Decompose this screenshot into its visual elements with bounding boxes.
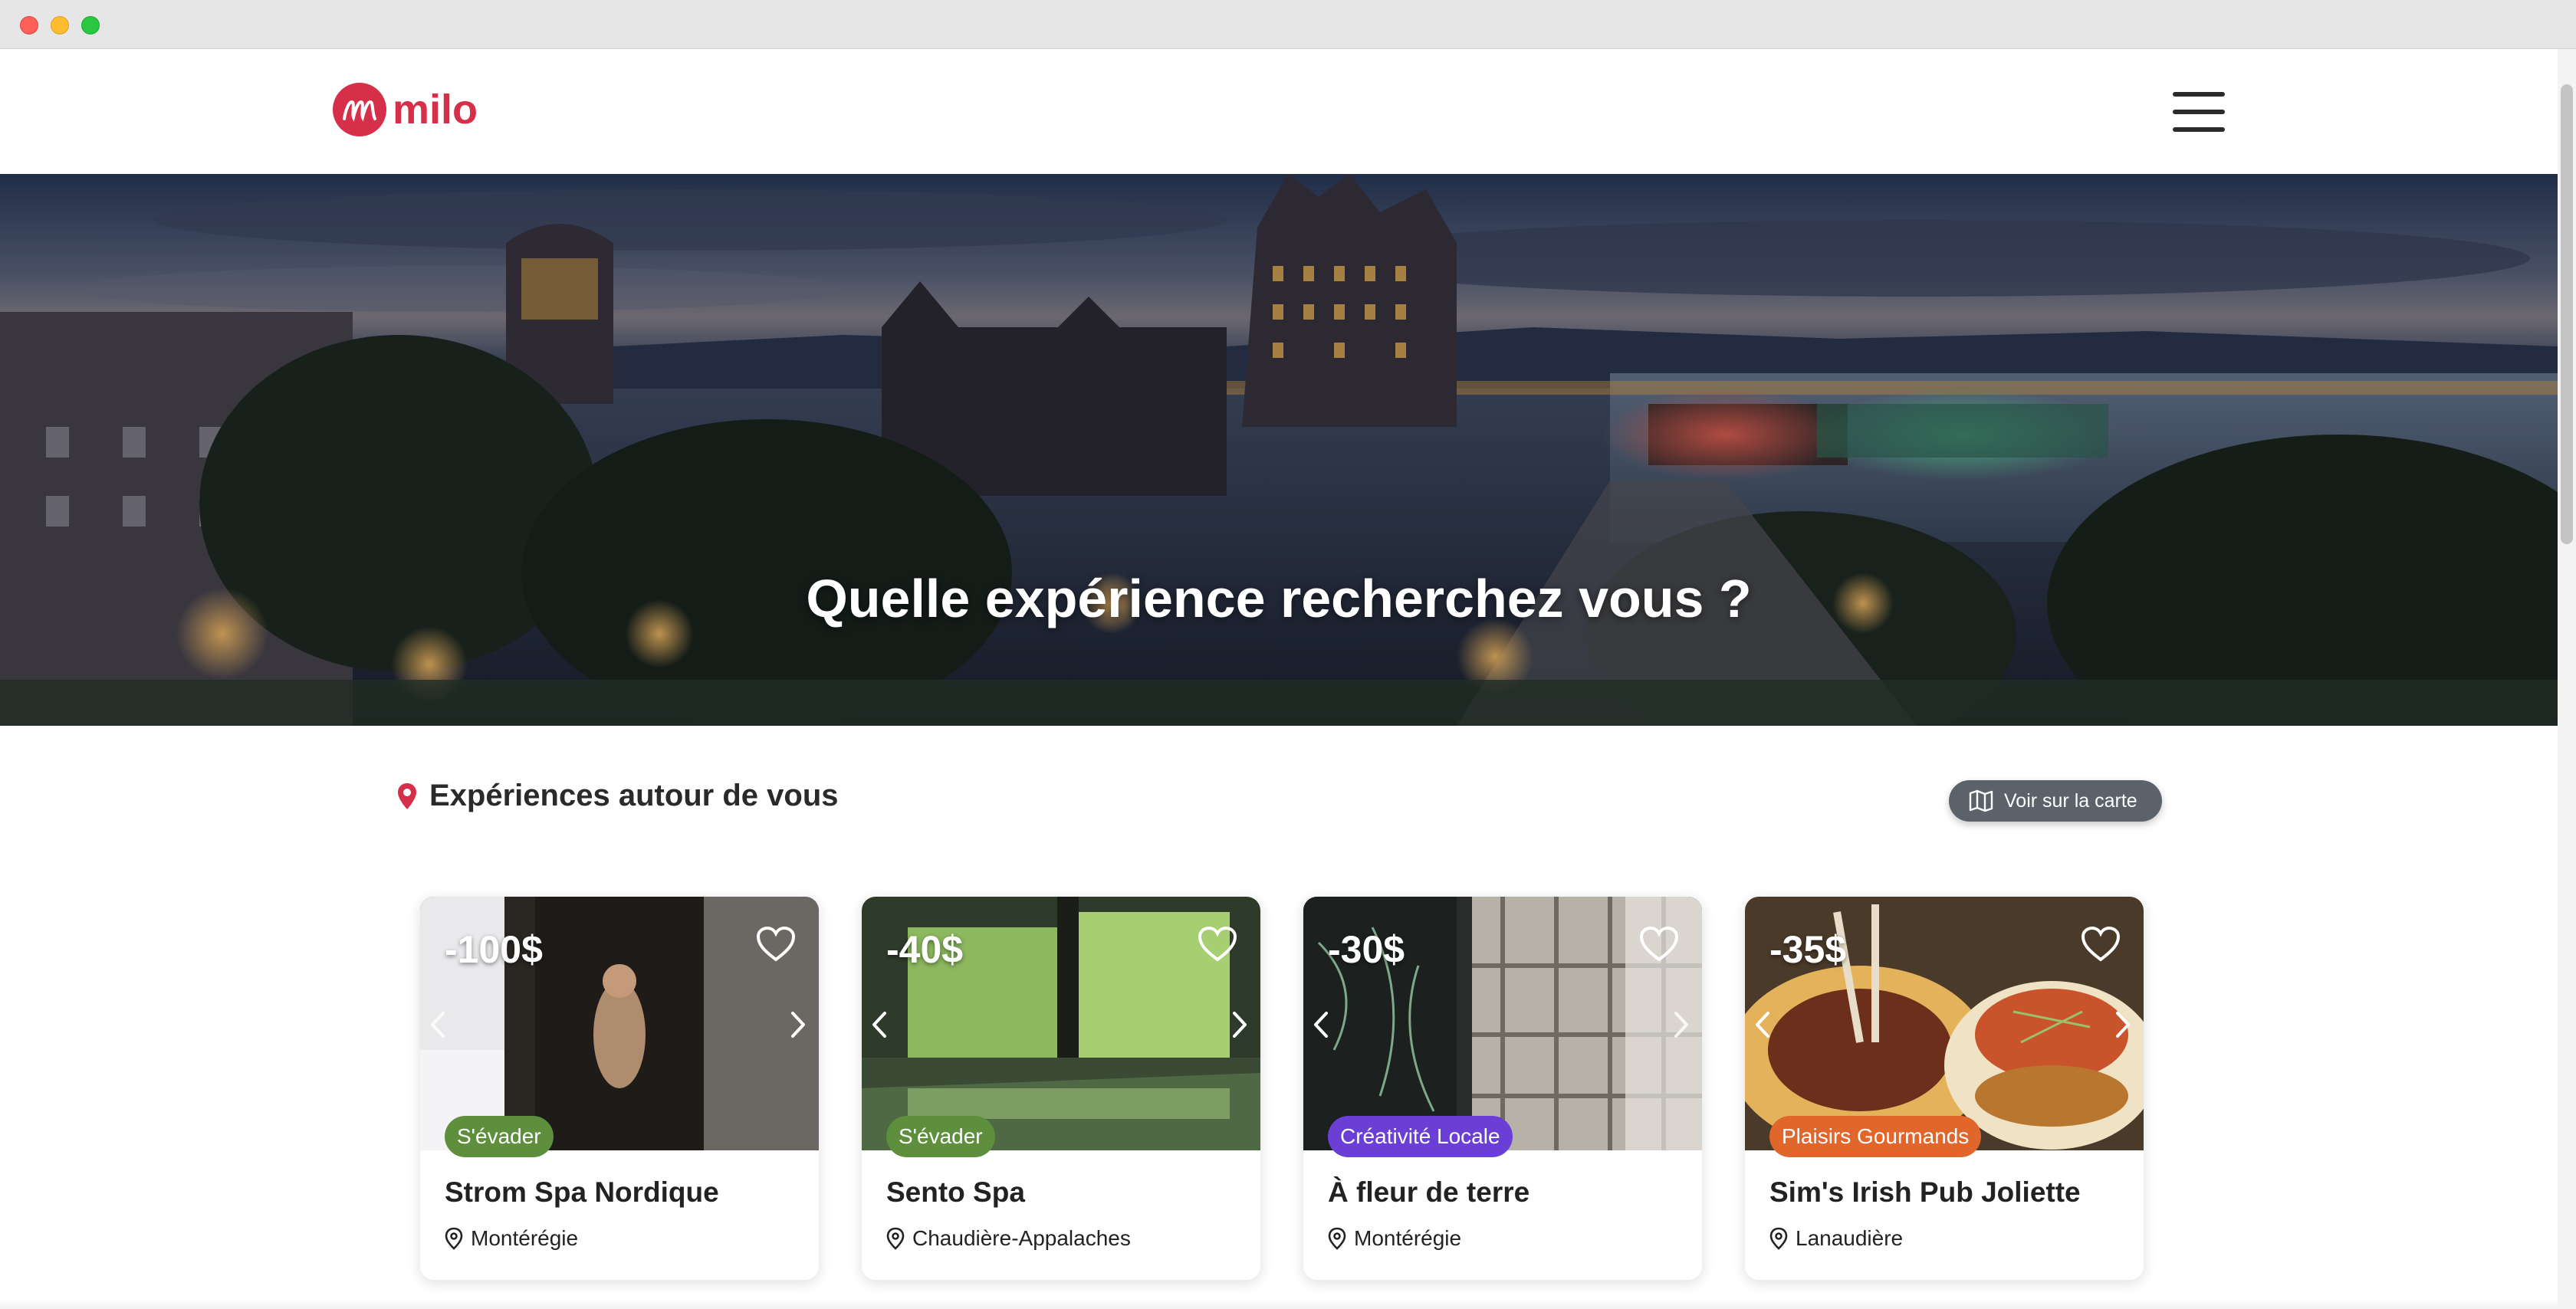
carousel-next-icon[interactable] [1225, 1009, 1253, 1041]
discount-label: -30$ [1328, 928, 1405, 971]
location-pin-outline-icon [1328, 1227, 1346, 1250]
location-pin-outline-icon [445, 1227, 463, 1250]
favorite-heart-icon[interactable] [1639, 926, 1679, 963]
view-on-map-label: Voir sur la carte [2004, 789, 2137, 812]
category-tag: S'évader [886, 1116, 995, 1157]
location-pin-outline-icon [1769, 1227, 1788, 1250]
site-header: milo [0, 49, 2558, 174]
zoom-window-button[interactable] [81, 16, 100, 34]
carousel-next-icon[interactable] [2108, 1009, 2136, 1041]
discount-label: -100$ [445, 928, 543, 971]
carousel-prev-icon[interactable] [1308, 1009, 1336, 1041]
card-title: À fleur de terre [1328, 1176, 1530, 1208]
card-location: Chaudière-Appalaches [886, 1226, 1131, 1251]
experience-card[interactable]: -30$ Créativité Locale À fleur de terre … [1303, 897, 1702, 1280]
experience-card[interactable]: -35$ Plaisirs Gourmands Sim's Irish Pub … [1745, 897, 2144, 1280]
card-location: Montérégie [1328, 1226, 1461, 1251]
site-logo[interactable]: milo [333, 83, 478, 136]
hamburger-menu-icon[interactable] [2173, 92, 2225, 132]
discount-label: -35$ [1769, 928, 1847, 971]
experience-card[interactable]: -40$ S'évader Sento Spa Chaudière-Appala… [862, 897, 1260, 1280]
hero-title: Quelle expérience recherchez vous ? [806, 569, 1752, 628]
card-location: Montérégie [445, 1226, 578, 1251]
window-titlebar [0, 0, 2576, 49]
logo-text: milo [393, 87, 478, 133]
discount-label: -40$ [886, 928, 964, 971]
hero-overlay [0, 174, 2558, 726]
experience-card[interactable]: -100$ S'évader Strom Spa Nordique Montér… [420, 897, 819, 1280]
map-icon [1969, 789, 1993, 812]
location-pin-outline-icon [886, 1227, 905, 1250]
carousel-next-icon[interactable] [784, 1009, 811, 1041]
card-location-label: Chaudière-Appalaches [912, 1226, 1131, 1250]
card-title: Sento Spa [886, 1176, 1025, 1208]
card-location-label: Lanaudière [1796, 1226, 1904, 1250]
carousel-next-icon[interactable] [1667, 1009, 1694, 1041]
bottom-edge-shadow [0, 1300, 2558, 1309]
view-on-map-button[interactable]: Voir sur la carte [1949, 780, 2162, 822]
card-title: Strom Spa Nordique [445, 1176, 719, 1208]
favorite-heart-icon[interactable] [756, 926, 796, 963]
card-location: Lanaudière [1769, 1226, 1903, 1251]
category-tag: Plaisirs Gourmands [1769, 1116, 1982, 1157]
minimize-window-button[interactable] [51, 16, 69, 34]
category-tag: S'évader [445, 1116, 554, 1157]
location-pin-icon [398, 782, 416, 809]
card-location-label: Montérégie [471, 1226, 579, 1250]
card-title: Sim's Irish Pub Joliette [1769, 1176, 2081, 1208]
carousel-prev-icon[interactable] [425, 1009, 452, 1041]
milo-logo-icon [333, 83, 386, 136]
hero-banner: Quelle expérience recherchez vous ? [0, 174, 2558, 726]
page-scrollbar-thumb[interactable] [2561, 84, 2573, 544]
section-title: Expériences autour de vous [429, 779, 839, 812]
category-tag: Créativité Locale [1328, 1116, 1513, 1157]
favorite-heart-icon[interactable] [1198, 926, 1237, 963]
section-header: Expériences autour de vous [397, 779, 839, 813]
close-window-button[interactable] [20, 16, 38, 34]
favorite-heart-icon[interactable] [2081, 926, 2121, 963]
carousel-prev-icon[interactable] [866, 1009, 894, 1041]
carousel-prev-icon[interactable] [1750, 1009, 1777, 1041]
card-location-label: Montérégie [1354, 1226, 1462, 1250]
